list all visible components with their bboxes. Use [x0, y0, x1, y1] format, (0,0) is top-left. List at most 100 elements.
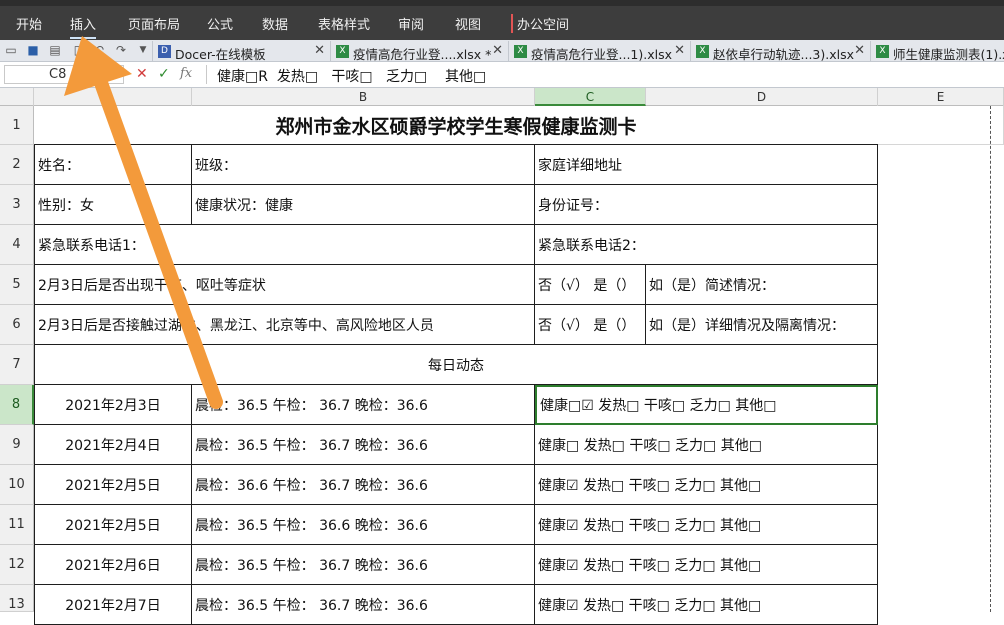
- print-icon[interactable]: ▤: [48, 43, 62, 57]
- id-number-label[interactable]: 身份证号：: [535, 185, 878, 225]
- daily-temperature-cell[interactable]: 晨检：36.5 午检： 36.7 晚检：36.6: [192, 385, 535, 425]
- daily-date-cell[interactable]: 2021年2月3日: [34, 385, 192, 425]
- daily-date-cell[interactable]: 2021年2月5日: [34, 505, 192, 545]
- close-icon[interactable]: ✕: [854, 43, 865, 58]
- document-tab-bar: ▭ ■ ▤ ▯ ↶ ↷ ▼ D Docer-在线模板 ✕ X 疫情高危行业登..…: [0, 40, 1004, 62]
- row-header-6[interactable]: 6: [0, 305, 34, 345]
- confirm-icon[interactable]: ✓: [158, 66, 170, 82]
- daily-date-cell[interactable]: 2021年2月4日: [34, 425, 192, 465]
- select-all-corner[interactable]: [0, 88, 34, 106]
- row-header-3[interactable]: 3: [0, 185, 34, 225]
- tab-file-2[interactable]: X 疫情高危行业登...1).xlsx ✕: [508, 41, 690, 62]
- tab-label: 师生健康监测表(1).xl: [893, 47, 1004, 62]
- daily-date-cell[interactable]: 2021年2月5日: [34, 465, 192, 505]
- docer-icon: D: [158, 45, 171, 58]
- column-header-c[interactable]: C: [535, 88, 646, 106]
- tab-label: 疫情高危行业登...1).xlsx: [531, 47, 673, 62]
- daily-dynamics-header[interactable]: 每日动态: [34, 345, 878, 385]
- class-label[interactable]: 班级：: [192, 145, 535, 185]
- empty-cell[interactable]: [878, 106, 1004, 145]
- title-strip: [0, 0, 1004, 6]
- row-header-8[interactable]: 8: [0, 385, 34, 425]
- row-header-7[interactable]: 7: [0, 345, 34, 385]
- row-header-9[interactable]: 9: [0, 425, 34, 465]
- close-icon[interactable]: ✕: [314, 43, 325, 58]
- symptom-answer[interactable]: 否（√） 是（）: [535, 265, 646, 305]
- daily-date-cell[interactable]: 2021年2月7日: [34, 585, 192, 625]
- daily-symptoms-cell[interactable]: 健康☑ 发热□ 干咳□ 乏力□ 其他□: [535, 585, 878, 625]
- name-box[interactable]: C8: [4, 65, 124, 84]
- menu-office-space[interactable]: 办公空间: [511, 14, 569, 33]
- formula-input[interactable]: 健康□R 发热□ 干咳□ 乏力□ 其他□: [206, 65, 1004, 85]
- daily-temperature-cell[interactable]: 晨检：36.5 午检： 36.7 晚检：36.6: [192, 425, 535, 465]
- menu-table-style[interactable]: 表格样式: [318, 14, 370, 33]
- close-icon[interactable]: ✕: [674, 43, 685, 58]
- tab-label: 赵依卓行动轨迹...3).xlsx: [713, 47, 855, 62]
- contact-detail-label[interactable]: 如（是）详细情况及隔离情况：: [646, 305, 878, 345]
- daily-date-cell[interactable]: 2021年2月6日: [34, 545, 192, 585]
- contact-question[interactable]: 2月3日后是否接触过湖北、黑龙江、北京等中、高风险地区人员: [34, 305, 535, 345]
- health-status-label[interactable]: 健康状况：健康: [192, 185, 535, 225]
- emergency-phone-1-label[interactable]: 紧急联系电话1：: [34, 225, 535, 265]
- contact-answer[interactable]: 否（√） 是（）: [535, 305, 646, 345]
- tab-file-1[interactable]: X 疫情高危行业登....xlsx * ✕: [330, 41, 508, 62]
- row-header-13[interactable]: 13: [0, 585, 34, 612]
- form-title[interactable]: 郑州市金水区硕爵学校学生寒假健康监测卡: [34, 106, 878, 145]
- menu-insert[interactable]: 插入: [70, 14, 97, 39]
- page-break-line: [990, 106, 991, 612]
- menu-home[interactable]: 开始: [16, 14, 42, 33]
- gender-label[interactable]: 性别：女: [34, 185, 192, 225]
- symptom-detail-label[interactable]: 如（是）简述情况：: [646, 265, 878, 305]
- row-header-12[interactable]: 12: [0, 545, 34, 585]
- column-header-d[interactable]: D: [646, 88, 878, 106]
- print-preview-icon[interactable]: ▯: [70, 43, 84, 57]
- cancel-icon[interactable]: ✕: [136, 66, 148, 82]
- row-header-5[interactable]: 5: [0, 265, 34, 305]
- formula-bar: C8 ✕ ✓ fx 健康□R 发热□ 干咳□ 乏力□ 其他□: [0, 62, 1004, 88]
- menu-page-layout[interactable]: 页面布局: [128, 14, 180, 33]
- tab-file-3[interactable]: X 赵依卓行动轨迹...3).xlsx ✕: [690, 41, 870, 62]
- daily-temperature-cell[interactable]: 晨检：36.6 午检： 36.7 晚检：36.6: [192, 465, 535, 505]
- excel-icon: X: [514, 45, 527, 58]
- emergency-phone-2-label[interactable]: 紧急联系电话2：: [535, 225, 878, 265]
- excel-icon: X: [336, 45, 349, 58]
- menu-view[interactable]: 视图: [455, 14, 481, 33]
- symptom-question[interactable]: 2月3日后是否出现干咳、呕吐等症状: [34, 265, 535, 305]
- daily-temperature-cell[interactable]: 晨检：36.5 午检： 36.7 晚检：36.6: [192, 585, 535, 625]
- daily-symptoms-cell[interactable]: 健康☑ 发热□ 干咳□ 乏力□ 其他□: [535, 505, 878, 545]
- daily-symptoms-cell[interactable]: 健康☑ 发热□ 干咳□ 乏力□ 其他□: [535, 545, 878, 585]
- daily-symptoms-cell[interactable]: 健康☑ 发热□ 干咳□ 乏力□ 其他□: [535, 465, 878, 505]
- tab-docer[interactable]: D Docer-在线模板 ✕: [152, 41, 330, 62]
- tab-file-4[interactable]: X 师生健康监测表(1).xl: [870, 41, 1004, 62]
- column-header-a[interactable]: [34, 88, 192, 106]
- save-icon[interactable]: ■: [26, 43, 40, 57]
- row-header-2[interactable]: 2: [0, 145, 34, 185]
- open-folder-icon[interactable]: ▭: [4, 43, 18, 57]
- customize-dropdown-icon[interactable]: ▼: [136, 43, 150, 57]
- menu-data[interactable]: 数据: [262, 14, 288, 33]
- daily-temperature-cell[interactable]: 晨检：36.5 午检： 36.6 晚检：36.6: [192, 505, 535, 545]
- row-header-11[interactable]: 11: [0, 505, 34, 545]
- tab-label: 疫情高危行业登....xlsx *: [353, 47, 492, 62]
- daily-symptoms-cell-selected[interactable]: 健康□☑ 发热□ 干咳□ 乏力□ 其他□: [535, 385, 878, 425]
- row-header-10[interactable]: 10: [0, 465, 34, 505]
- menu-formulas[interactable]: 公式: [207, 14, 233, 33]
- worksheet: B C D E 1 2 3 4 5 6 7 8 9 10 11 12 13 郑州…: [0, 88, 1004, 625]
- excel-icon: X: [696, 45, 709, 58]
- column-header-e[interactable]: E: [878, 88, 1004, 106]
- column-header-b[interactable]: B: [192, 88, 535, 106]
- menu-bar: 开始 插入 页面布局 公式 数据 表格样式 审阅 视图 办公空间: [0, 0, 1004, 40]
- undo-icon[interactable]: ↶: [92, 43, 106, 57]
- row-header-1[interactable]: 1: [0, 106, 34, 145]
- redo-icon[interactable]: ↷: [114, 43, 128, 57]
- tab-label: Docer-在线模板: [175, 47, 266, 62]
- daily-temperature-cell[interactable]: 晨检：36.5 午检： 36.7 晚检：36.6: [192, 545, 535, 585]
- insert-function-button[interactable]: fx: [180, 66, 192, 81]
- column-headers: B C D E: [0, 88, 1004, 106]
- name-label[interactable]: 姓名：: [34, 145, 192, 185]
- row-header-4[interactable]: 4: [0, 225, 34, 265]
- menu-review[interactable]: 审阅: [398, 14, 424, 33]
- address-label[interactable]: 家庭详细地址: [535, 145, 878, 185]
- close-icon[interactable]: ✕: [492, 43, 503, 58]
- daily-symptoms-cell[interactable]: 健康□ 发热□ 干咳□ 乏力□ 其他□: [535, 425, 878, 465]
